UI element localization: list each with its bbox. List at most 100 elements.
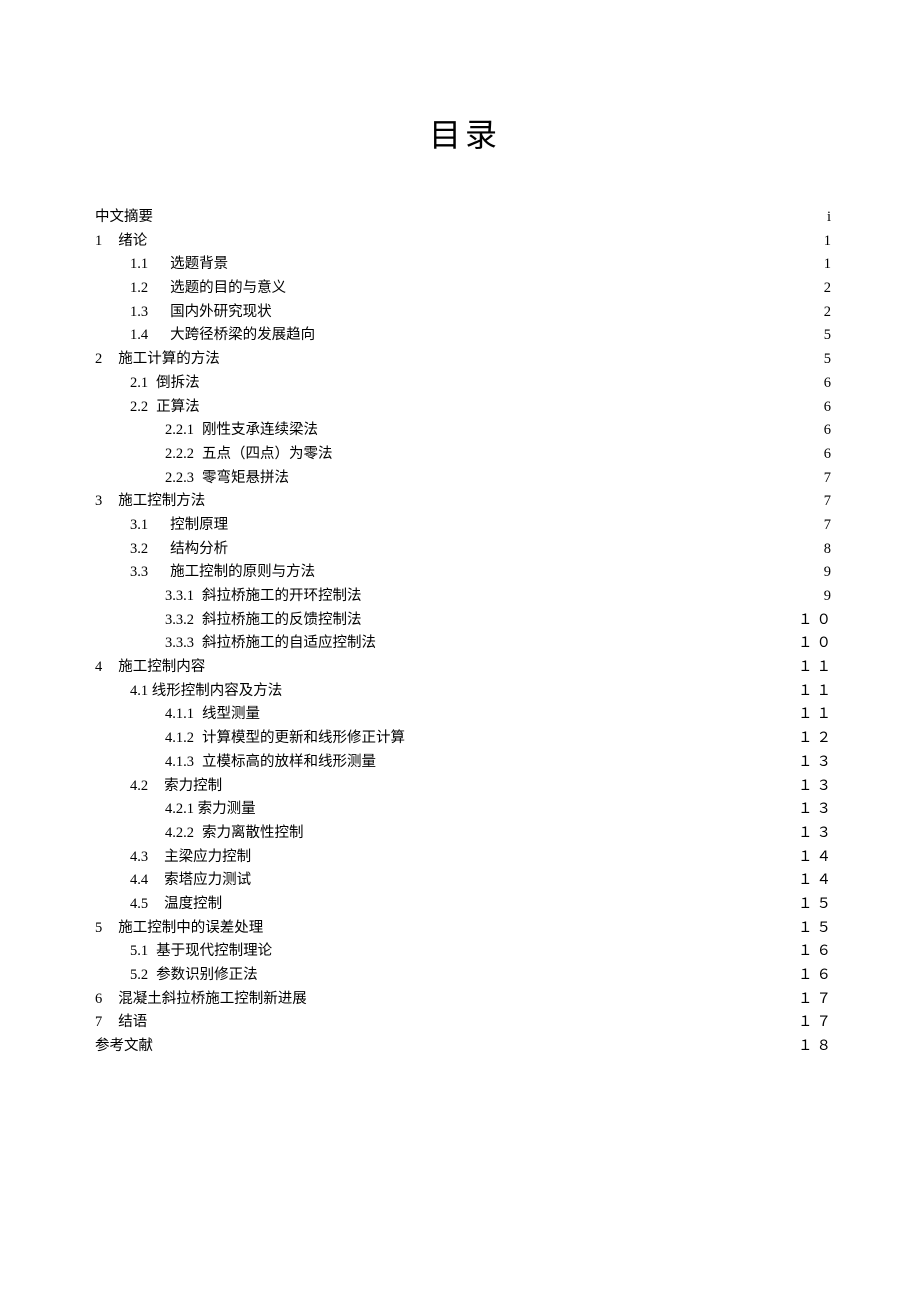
toc-entry-label: 3.3.1 斜拉桥施工的开环控制法 [165, 585, 362, 608]
toc-entry-page: 2 [824, 301, 835, 324]
toc-entry: 3.3.1 斜拉桥施工的开环控制法 9 [95, 585, 835, 608]
toc-entry-number: 4 [95, 656, 102, 679]
toc-entry-text: 正算法 [156, 399, 200, 415]
toc-entry: 2施工计算的方法 5 [95, 348, 835, 371]
toc-entry-label: 2.1倒拆法 [130, 372, 200, 395]
toc-entry-text: 线形控制内容及方法 [152, 683, 283, 699]
toc-entry-page: １３ [798, 751, 835, 774]
toc-entry-page: １６ [798, 940, 835, 963]
toc-entry-label: 3 施工控制方法 [95, 490, 205, 513]
toc-entry-number: 4.3 [130, 846, 148, 869]
toc-entry-number: 2.2.3 [165, 467, 194, 490]
toc-entry-label: 3.3.2斜拉桥施工的反馈控制法 [165, 609, 362, 632]
toc-entry-text: 温度控制 [164, 896, 222, 912]
toc-entry: 4.1 线形控制内容及方法 １１ [95, 680, 835, 703]
toc-entry-page: １７ [798, 1011, 835, 1034]
toc-entry-number: 4.2.2 [165, 822, 194, 845]
toc-entry-page: １５ [798, 893, 835, 916]
toc-entry-page: 9 [824, 585, 835, 608]
toc-entry-number: 4.1.3 [165, 751, 194, 774]
toc-entry: 3.3.2斜拉桥施工的反馈控制法 １０ [95, 609, 835, 632]
toc-entry-label: 1绪论 [95, 230, 147, 253]
toc-entry-label: 3.1 控制原理 [130, 514, 228, 537]
toc-entry-text: 大跨径桥梁的发展趋向 [170, 327, 315, 343]
toc-entry-text: 结构分析 [170, 541, 228, 557]
toc-entry-label: 1.2选题的目的与意义 [130, 277, 286, 300]
toc-entry: 4 施工控制内容 １１ [95, 656, 835, 679]
toc-entry-text: 索塔应力测试 [164, 872, 251, 888]
toc-entry: 6混凝土斜拉桥施工控制新进展 １７ [95, 988, 835, 1011]
toc-entry-page: １１ [798, 656, 835, 679]
toc-entry: 1.2选题的目的与意义 2 [95, 277, 835, 300]
toc-entry-text: 索力测量 [198, 801, 256, 817]
toc-entry-text: 斜拉桥施工的开环控制法 [202, 588, 362, 604]
toc-entry-number: 3 [95, 490, 102, 513]
toc-entry: 3.1 控制原理 7 [95, 514, 835, 537]
toc-entry-number: 3.1 [130, 514, 148, 537]
toc-entry-page: 1 [824, 230, 835, 253]
toc-entry-label: 2.2.3 零弯矩悬拼法 [165, 467, 289, 490]
toc-entry-label: 4.4 索塔应力测试 [130, 869, 251, 892]
toc-entry-page: 7 [824, 490, 835, 513]
toc-entry-label: 4.1.3 立模标高的放样和线形测量 [165, 751, 376, 774]
toc-entry-number: 3.3 [130, 561, 148, 584]
toc-entry-label: 2.2.1刚性支承连续梁法 [165, 419, 318, 442]
toc-entry-page: 7 [824, 514, 835, 537]
toc-entry-page: １８ [798, 1035, 835, 1058]
toc-entry: 2.2.3零弯矩悬拼法 7 [95, 467, 835, 490]
toc-entry-number: 5.1 [130, 940, 148, 963]
toc-entry-label: 4 施工控制内容 [95, 656, 205, 679]
toc-entry-text: 控制原理 [170, 517, 228, 533]
toc-entry-page: １１ [798, 703, 835, 726]
toc-entry-label: 5.1基于现代控制理论 [130, 940, 272, 963]
toc-entry-number: 2.1 [130, 372, 148, 395]
toc-entry: 2.2.1刚性支承连续梁法 6 [95, 419, 835, 442]
toc-entry-text: 刚性支承连续梁法 [202, 422, 318, 438]
toc-entry-number: 1.1 [130, 253, 148, 276]
toc-entry-page: 6 [824, 443, 835, 466]
toc-entry: 4.2.1 索力测量 １３ [95, 798, 835, 821]
toc-entry-page: １０ [798, 609, 835, 632]
toc-entry-page: 5 [824, 324, 835, 347]
toc-entry-label: 4.2.2索力离散性控制 [165, 822, 304, 845]
toc-entry-page: 6 [824, 419, 835, 442]
toc-entry-number: 4.5 [130, 893, 148, 916]
toc-entry: 参考文献 １８ [95, 1035, 835, 1058]
toc-entry: 4.3主梁应力控制 １４ [95, 846, 835, 869]
toc-title: 目录 [95, 110, 835, 156]
toc-entry: 7结语 １７ [95, 1011, 835, 1034]
toc-entry-number: 4.4 [130, 869, 148, 892]
toc-entry-label: 5.2参数识别修正法 [130, 964, 258, 987]
toc-entry-text: 选题背景 [170, 256, 228, 272]
toc-entry-label: 参考文献 [95, 1035, 153, 1058]
toc-entry-page: １３ [798, 822, 835, 845]
toc-entry-number: 2.2.2 [165, 443, 194, 466]
toc-entry-text: 施工控制方法 [118, 493, 205, 509]
toc-entry-text: 线型测量 [202, 706, 260, 722]
toc-entry-label: 6混凝土斜拉桥施工控制新进展 [95, 988, 307, 1011]
toc-entry-label: 3.3施工控制的原则与方法 [130, 561, 315, 584]
toc-entry-label: 4.1.2计算模型的更新和线形修正计算 [165, 727, 405, 750]
toc-entry-label: 7结语 [95, 1011, 147, 1034]
toc-entry-number: 4.1 [130, 680, 148, 703]
toc-entry-text: 立模标高的放样和线形测量 [202, 754, 376, 770]
toc-entry-text: 施工控制内容 [118, 659, 205, 675]
toc-entry-label: 4.2.1 索力测量 [165, 798, 256, 821]
toc-entry-number: 3.3.1 [165, 585, 194, 608]
toc-entry: 4.4索塔应力测试 １４ [95, 869, 835, 892]
toc-entry-label: 5施工控制中的误差处理 [95, 917, 263, 940]
toc-entry-label: 4.1 线形控制内容及方法 [130, 680, 282, 703]
page: 目录 中文摘要 i1绪论 11.1选题背景 11.2选题的目的与意义 21.3国… [0, 0, 920, 1302]
toc-entry: 3.3施工控制的原则与方法 9 [95, 561, 835, 584]
toc-entry-number: 3.2 [130, 538, 148, 561]
toc-entry: 3.3.3斜拉桥施工的自适应控制法 １０ [95, 632, 835, 655]
toc-entry-label: 3.2 结构分析 [130, 538, 228, 561]
toc-entry-label: 1.3国内外研究现状 [130, 301, 272, 324]
toc-entry-text: 零弯矩悬拼法 [202, 470, 289, 486]
toc-entry-number: 1.4 [130, 324, 148, 347]
toc-entry-page: 5 [824, 348, 835, 371]
toc-entry-text: 国内外研究现状 [170, 304, 272, 320]
toc-entry: 4.1.1线型测量 １１ [95, 703, 835, 726]
toc-entry: 5施工控制中的误差处理 １５ [95, 917, 835, 940]
toc-entry: 1.3国内外研究现状 2 [95, 301, 835, 324]
